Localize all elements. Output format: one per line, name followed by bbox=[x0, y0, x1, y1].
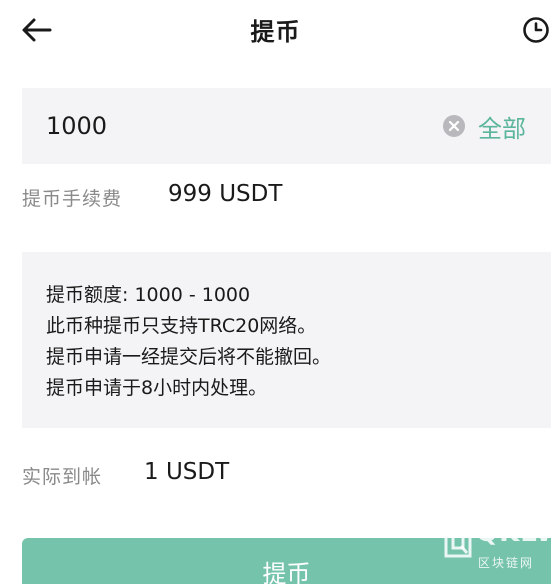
info-line-network: 此币种提币只支持TRC20网络。 bbox=[46, 315, 317, 337]
watermark: QKLW 区块链网 bbox=[442, 516, 551, 584]
info-line-irrevocable: 提币申请一经提交后将不能撤回。 bbox=[46, 346, 332, 368]
history-button[interactable] bbox=[521, 15, 551, 45]
watermark-subtitle: 区块链网 bbox=[478, 556, 535, 570]
fee-value: 999 USDT bbox=[168, 181, 283, 207]
clear-button[interactable] bbox=[442, 114, 466, 138]
fee-row: 提币手续费 999 USDT bbox=[22, 180, 551, 214]
received-value: 1 USDT bbox=[144, 459, 230, 485]
info-lines: 提币额度: 1000 - 1000 此币种提币只支持TRC20网络。 提币申请一… bbox=[46, 280, 331, 404]
withdraw-all-button[interactable]: 全部 bbox=[478, 109, 526, 144]
header-bar: 提币 bbox=[0, 0, 551, 66]
qklw-logo-icon bbox=[444, 526, 472, 558]
fee-label: 提币手续费 bbox=[22, 188, 123, 210]
amount-input[interactable] bbox=[46, 108, 426, 144]
page-title: 提币 bbox=[250, 18, 301, 46]
clock-icon bbox=[523, 17, 549, 43]
withdraw-info-panel: 提币额度: 1000 - 1000 此币种提币只支持TRC20网络。 提币申请一… bbox=[22, 252, 551, 428]
info-line-processing-time: 提币申请于8小时内处理。 bbox=[46, 377, 268, 399]
watermark-brand: QKLW bbox=[476, 518, 551, 548]
received-row: 实际到帐 1 USDT bbox=[22, 458, 551, 492]
info-line-limit: 提币额度: 1000 - 1000 bbox=[46, 284, 251, 306]
amount-input-container: 全部 bbox=[22, 88, 551, 164]
clear-icon bbox=[443, 115, 465, 137]
received-label: 实际到帐 bbox=[22, 466, 103, 488]
